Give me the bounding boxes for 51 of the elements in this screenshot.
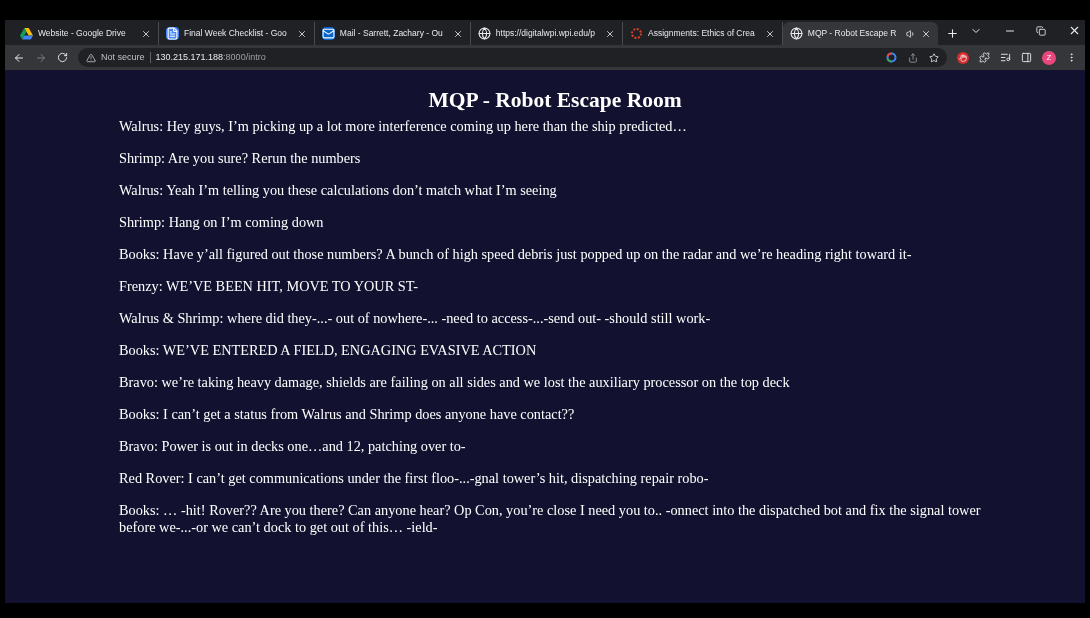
hand-icon[interactable] — [957, 51, 969, 64]
close-icon[interactable] — [141, 28, 151, 39]
document-icon — [166, 27, 179, 40]
dialogue-line: Books: WE’VE ENTERED A FIELD, ENGAGING EVASIVE ACTION — [119, 341, 538, 360]
dialogue-line: Walrus: Hey guys, I’m picking up a lot more interference coming up here than the ship predicted… — [119, 118, 688, 136]
tab-title: Assignments: Ethics of Crea — [648, 27, 755, 40]
restore-icon[interactable] — [1036, 26, 1046, 36]
dialogue-line: Books: … -hit! Rover?? Are you there? Can anyone hear? Op Con, you’re close I need you to.. -onnect into the dispatched bot and fix the signal tower before we-...-or we can’t dock to get out of this… -ield- — [119, 501, 982, 537]
tab-title: Mail - Sarrett, Zachary - Ou — [339, 27, 443, 40]
ring-logo-icon — [630, 27, 644, 40]
dialogue-line: Shrimp: Hang on I’m coming down — [119, 213, 325, 232]
close-icon[interactable] — [452, 28, 463, 39]
media-icon[interactable] — [1000, 52, 1011, 63]
dialogue-line: Shrimp: Are you sure? Rerun the numbers — [119, 150, 362, 168]
side-panel-icon[interactable] — [1021, 52, 1032, 63]
address-bar[interactable]: Not secure 130.215.171.188:8000/intro — [78, 48, 947, 67]
profile-avatar[interactable]: Z — [1042, 50, 1056, 65]
globe-icon — [789, 27, 803, 40]
star-icon[interactable] — [929, 52, 939, 63]
tab-title: Final Week Checklist - Goo — [184, 27, 287, 40]
google-logo-icon[interactable] — [886, 52, 897, 63]
dialogue-line: Bravo: Power is out in decks one…and 12, patching over to- — [119, 437, 467, 456]
dialogue-line: Books: Have y’all figured out those numbers? A bunch of high speed debris just popped up on the radar and we’re heading right toward it- — [119, 245, 913, 264]
tab-title: MQP - Robot Escape R — [807, 27, 897, 40]
triangle-logo-icon — [20, 27, 33, 40]
browser-tab[interactable]: MQP - Robot Escape R — [782, 22, 939, 45]
close-icon[interactable] — [764, 28, 775, 39]
url-text: 130.215.171.188:8000/intro — [155, 50, 266, 64]
close-icon[interactable] — [296, 28, 307, 39]
close-icon[interactable] — [921, 28, 932, 39]
reload-icon[interactable] — [57, 52, 68, 63]
dialogue-line: Red Rover: I can’t get communications under the first floo-...-gnal tower’s hit, dispatching repair robo- — [119, 469, 710, 488]
close-icon[interactable] — [605, 28, 616, 39]
dialogue-line: Frenzy: WE’VE BEEN HIT, MOVE TO YOUR ST- — [119, 277, 419, 296]
security-label: Not secure — [101, 50, 145, 64]
warning-icon — [86, 52, 96, 63]
dialogue-line: Walrus: Yeah I’m telling you these calculations don’t match what I’m seeing — [119, 181, 558, 200]
globe-icon — [477, 27, 491, 40]
tab-title: https://digitalwpi.wpi.edu/p — [495, 27, 596, 40]
new-tab-icon[interactable] — [946, 27, 960, 40]
page-title: MQP - Robot Escape Room — [427, 87, 683, 113]
share-icon[interactable] — [908, 52, 918, 63]
dialogue-line: Bravo: we’re taking heavy damage, shields are failing on all sides and we lost the auxiliary processor on the top deck — [119, 373, 791, 392]
puzzle-icon[interactable] — [979, 52, 990, 63]
close-icon[interactable] — [1068, 24, 1081, 37]
dialogue-line: Walrus & Shrimp: where did they-...- out of nowhere-... -need to access-...-send out- -should still work- — [119, 309, 712, 328]
mail-icon — [321, 27, 335, 40]
dialogue-line: Books: I can’t get a status from Walrus and Shrimp does anyone have contact?? — [119, 405, 576, 424]
back-icon[interactable] — [13, 51, 25, 64]
speaker-icon[interactable] — [906, 28, 917, 39]
tab-title: Website - Google Drive — [38, 27, 126, 40]
